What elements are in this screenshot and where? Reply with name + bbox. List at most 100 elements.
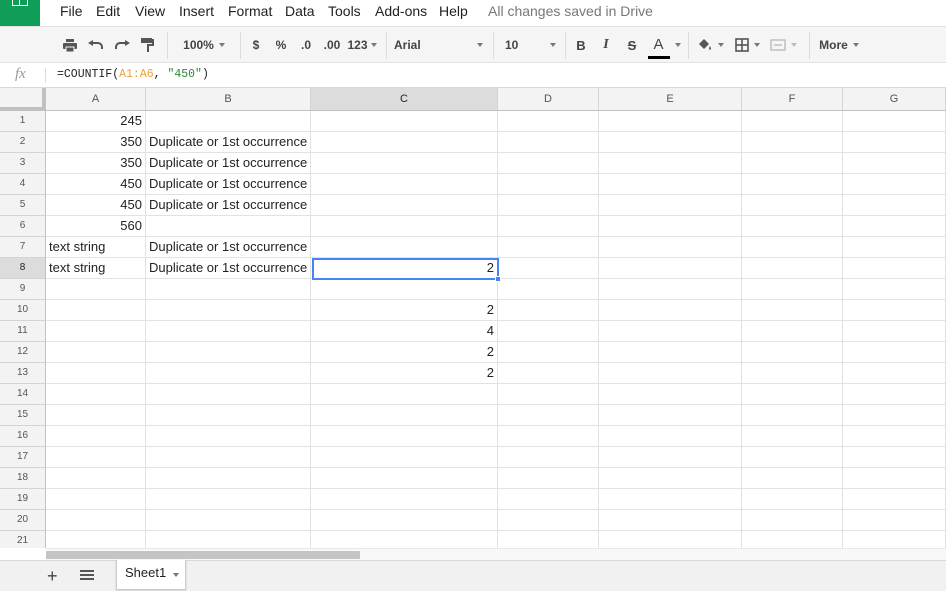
cell-e11[interactable]	[599, 321, 742, 342]
cell-f3[interactable]	[742, 153, 843, 174]
cell-a12[interactable]	[46, 342, 146, 363]
increase-decimal-button[interactable]: .00	[320, 27, 344, 63]
cell-b15[interactable]	[146, 405, 311, 426]
cell-f21[interactable]	[742, 531, 843, 548]
cell-f8[interactable]	[742, 258, 843, 279]
cell-c9[interactable]	[311, 279, 498, 300]
chevron-down-icon[interactable]	[173, 573, 179, 577]
row-header-11[interactable]: 11	[0, 321, 46, 342]
cell-g9[interactable]	[843, 279, 946, 300]
cell-e14[interactable]	[599, 384, 742, 405]
cell-a5[interactable]: 450	[46, 195, 146, 216]
cell-d6[interactable]	[498, 216, 599, 237]
cell-b8[interactable]: Duplicate or 1st occurrence	[146, 258, 311, 279]
cell-f17[interactable]	[742, 447, 843, 468]
cell-d9[interactable]	[498, 279, 599, 300]
cell-f7[interactable]	[742, 237, 843, 258]
row-header-13[interactable]: 13	[0, 363, 46, 384]
cell-c14[interactable]	[311, 384, 498, 405]
cell-c4[interactable]	[311, 174, 498, 195]
cell-b13[interactable]	[146, 363, 311, 384]
cell-f12[interactable]	[742, 342, 843, 363]
cell-a21[interactable]	[46, 531, 146, 548]
row-header-16[interactable]: 16	[0, 426, 46, 447]
merge-cells-button[interactable]	[765, 27, 801, 63]
cell-f19[interactable]	[742, 489, 843, 510]
cell-f18[interactable]	[742, 468, 843, 489]
cell-a9[interactable]	[46, 279, 146, 300]
cell-f1[interactable]	[742, 111, 843, 132]
cell-e19[interactable]	[599, 489, 742, 510]
cell-a20[interactable]	[46, 510, 146, 531]
menu-tools[interactable]: Tools	[328, 3, 361, 19]
cell-b20[interactable]	[146, 510, 311, 531]
cell-e16[interactable]	[599, 426, 742, 447]
all-sheets-list-icon[interactable]	[80, 570, 94, 582]
cell-b21[interactable]	[146, 531, 311, 548]
cell-f16[interactable]	[742, 426, 843, 447]
row-header-19[interactable]: 19	[0, 489, 46, 510]
column-header-d[interactable]: D	[498, 88, 599, 111]
cell-b6[interactable]	[146, 216, 311, 237]
cell-a3[interactable]: 350	[46, 153, 146, 174]
menu-insert[interactable]: Insert	[179, 3, 214, 19]
cell-g7[interactable]	[843, 237, 946, 258]
cell-d5[interactable]	[498, 195, 599, 216]
row-header-8[interactable]: 8	[0, 258, 46, 279]
row-header-2[interactable]: 2	[0, 132, 46, 153]
sheet-tab[interactable]: Sheet1	[116, 560, 186, 590]
row-header-7[interactable]: 7	[0, 237, 46, 258]
cell-c2[interactable]	[311, 132, 498, 153]
cell-d18[interactable]	[498, 468, 599, 489]
cell-c6[interactable]	[311, 216, 498, 237]
cell-b1[interactable]	[146, 111, 311, 132]
strikethrough-button[interactable]: S	[624, 27, 640, 63]
row-header-20[interactable]: 20	[0, 510, 46, 531]
cell-c17[interactable]	[311, 447, 498, 468]
cell-c12[interactable]: 2	[311, 342, 498, 363]
zoom-select[interactable]: 100%	[176, 27, 232, 63]
cell-f10[interactable]	[742, 300, 843, 321]
currency-format-button[interactable]: $	[248, 27, 264, 63]
cell-e3[interactable]	[599, 153, 742, 174]
row-header-10[interactable]: 10	[0, 300, 46, 321]
sheets-logo-icon[interactable]	[0, 0, 40, 26]
cell-g5[interactable]	[843, 195, 946, 216]
cell-e5[interactable]	[599, 195, 742, 216]
cell-c18[interactable]	[311, 468, 498, 489]
cell-g21[interactable]	[843, 531, 946, 548]
cell-f5[interactable]	[742, 195, 843, 216]
cell-f13[interactable]	[742, 363, 843, 384]
cell-g18[interactable]	[843, 468, 946, 489]
row-header-4[interactable]: 4	[0, 174, 46, 195]
cell-e18[interactable]	[599, 468, 742, 489]
decrease-decimal-button[interactable]: .0	[296, 27, 316, 63]
cell-a15[interactable]	[46, 405, 146, 426]
menu-view[interactable]: View	[135, 3, 165, 19]
row-header-1[interactable]: 1	[0, 111, 46, 132]
cell-b9[interactable]	[146, 279, 311, 300]
row-header-5[interactable]: 5	[0, 195, 46, 216]
print-button[interactable]	[60, 27, 80, 63]
cell-b17[interactable]	[146, 447, 311, 468]
row-header-6[interactable]: 6	[0, 216, 46, 237]
cell-b7[interactable]: Duplicate or 1st occurrence	[146, 237, 311, 258]
font-size-select[interactable]: 10	[505, 27, 557, 63]
borders-button[interactable]	[731, 27, 763, 63]
paint-format-button[interactable]	[138, 27, 158, 63]
cell-g12[interactable]	[843, 342, 946, 363]
cell-d7[interactable]	[498, 237, 599, 258]
menu-data[interactable]: Data	[285, 3, 315, 19]
cell-a19[interactable]	[46, 489, 146, 510]
spreadsheet-grid[interactable]: ABCDEFG 1 2 3 4 5 6 7 8 9 10 11 12 13 14 15 16 17 18 19 20 2…	[0, 88, 946, 548]
cell-c15[interactable]	[311, 405, 498, 426]
cell-g19[interactable]	[843, 489, 946, 510]
cell-a2[interactable]: 350	[46, 132, 146, 153]
cell-e21[interactable]	[599, 531, 742, 548]
italic-button[interactable]: I	[598, 27, 614, 63]
row-header-15[interactable]: 15	[0, 405, 46, 426]
cell-e1[interactable]	[599, 111, 742, 132]
cell-b16[interactable]	[146, 426, 311, 447]
cell-f6[interactable]	[742, 216, 843, 237]
scrollbar-thumb[interactable]	[46, 551, 360, 559]
